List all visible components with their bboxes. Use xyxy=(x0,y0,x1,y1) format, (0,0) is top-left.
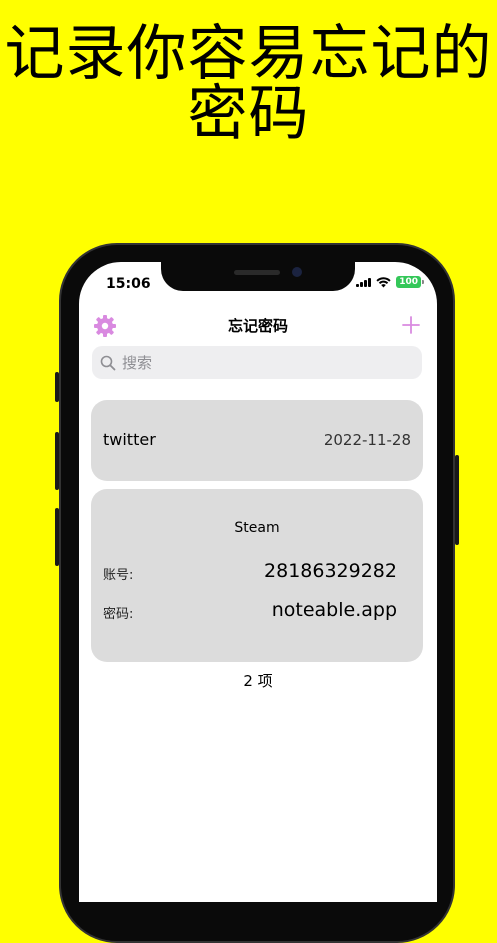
password-label: 密码: xyxy=(103,607,134,622)
phone-side-button xyxy=(55,372,59,402)
password-entry-card-expanded[interactable]: Steam 账号: 28186329282 密码: noteable.app xyxy=(91,489,423,662)
status-time: 15:06 xyxy=(106,276,151,292)
status-indicators: 100 xyxy=(356,276,424,288)
battery-icon: 100 xyxy=(396,276,424,288)
camera xyxy=(292,267,302,277)
phone-side-button xyxy=(55,432,59,490)
notch xyxy=(161,262,355,291)
search-bar[interactable] xyxy=(92,346,422,379)
banner-line-2: 密码 xyxy=(187,79,310,149)
app-screen: 15:06 100 忘记密码 搜索 twitter 2022-11-28 Ste… xyxy=(79,262,437,902)
search-icon xyxy=(100,355,116,370)
signal-icon xyxy=(356,277,372,287)
password-value[interactable]: noteable.app xyxy=(272,599,397,621)
account-label: 账号: xyxy=(103,568,134,583)
banner-line-1: 记录你容易忘记的 xyxy=(4,19,493,89)
entry-name: Steam xyxy=(234,520,280,536)
phone-side-button xyxy=(55,508,59,566)
entry-name: twitter xyxy=(103,430,156,449)
password-entry-card[interactable]: twitter 2022-11-28 xyxy=(91,400,423,481)
speaker xyxy=(234,270,280,275)
navigation-bar: 忘记密码 xyxy=(79,312,437,340)
item-count: 2 项 xyxy=(243,672,273,690)
plus-icon[interactable] xyxy=(399,313,423,337)
phone-side-button xyxy=(455,455,459,545)
search-input[interactable] xyxy=(120,352,404,373)
page-title: 忘记密码 xyxy=(227,317,288,335)
promo-banner: 记录你容易忘记的 密码 xyxy=(0,24,497,144)
account-value[interactable]: 28186329282 xyxy=(264,560,397,582)
entry-date: 2022-11-28 xyxy=(323,431,411,449)
wifi-icon xyxy=(376,276,391,287)
